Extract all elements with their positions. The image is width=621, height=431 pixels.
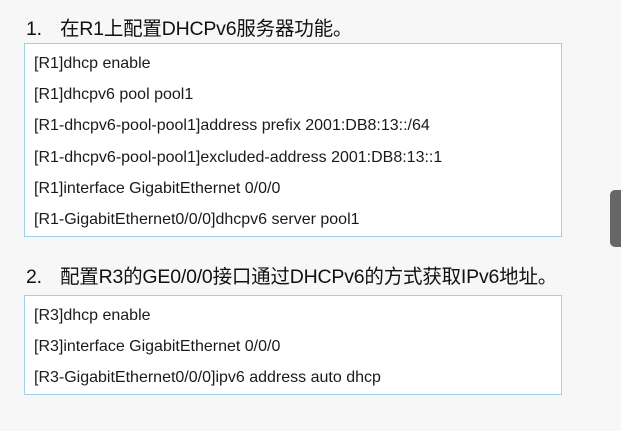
code-line: [R1-GigabitEthernet0/0/0]dhcpv6 server p… bbox=[34, 210, 360, 228]
side-scroll-tab[interactable] bbox=[610, 190, 621, 247]
step-2-heading: 2. 配置R3的GE0/0/0接口通过DHCPv6的方式获取IPv6地址。 bbox=[26, 265, 557, 289]
step-2-code-box: [R3]dhcp enable [R3]interface GigabitEth… bbox=[24, 295, 562, 395]
code-line: [R1-dhcpv6-pool-pool1]address prefix 200… bbox=[34, 117, 430, 135]
code-line: [R1]dhcp enable bbox=[34, 55, 151, 72]
step-2-title: 配置R3的GE0/0/0接口通过DHCPv6的方式获取IPv6地址。 bbox=[60, 266, 558, 288]
step-2-number: 2. bbox=[26, 266, 42, 288]
code-line: [R1]dhcpv6 pool pool1 bbox=[34, 86, 194, 104]
code-line: [R3-GigabitEthernet0/0/0]ipv6 address au… bbox=[34, 369, 381, 387]
step-1-title: 在R1上配置DHCPv6服务器功能。 bbox=[60, 18, 353, 40]
code-line: [R3]interface GigabitEthernet 0/0/0 bbox=[34, 338, 281, 356]
code-line: [R1]interface GigabitEthernet 0/0/0 bbox=[34, 179, 281, 197]
code-line: [R3]dhcp enable bbox=[34, 307, 151, 324]
code-line: [R1-dhcpv6-pool-pool1]excluded-address 2… bbox=[34, 148, 443, 166]
step-1-heading: 1. 在R1上配置DHCPv6服务器功能。 bbox=[26, 17, 352, 41]
step-1-code-box: [R1]dhcp enable [R1]dhcpv6 pool pool1 [R… bbox=[24, 43, 562, 237]
step-1-number: 1. bbox=[26, 18, 42, 40]
